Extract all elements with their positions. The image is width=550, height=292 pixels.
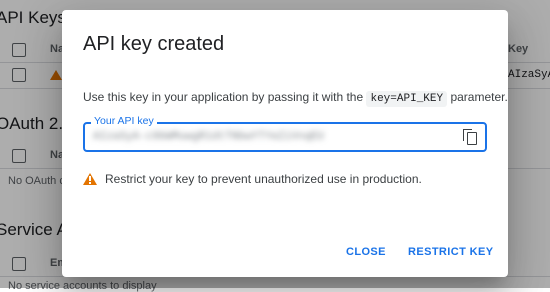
api-key-input[interactable]: [93, 127, 453, 147]
api-key-created-dialog: API key created Use this key in your app…: [62, 10, 508, 277]
description-text: Use this key in your application by pass…: [83, 90, 367, 104]
restrict-key-button[interactable]: RESTRICT KEY: [400, 240, 501, 264]
copy-icon: [463, 129, 477, 145]
copy-button[interactable]: [461, 128, 479, 146]
dialog-description: Use this key in your application by pass…: [83, 90, 508, 107]
api-key-field-label: Your API key: [91, 115, 157, 127]
warning-text: Restrict your key to prevent unauthorize…: [105, 172, 422, 186]
api-key-field: Your API key: [83, 115, 487, 152]
warning-icon: [83, 173, 97, 185]
dialog-title: API key created: [83, 33, 225, 55]
description-code: key=API_KEY: [366, 91, 448, 107]
close-button[interactable]: CLOSE: [338, 240, 394, 264]
description-text-end: parameter.: [447, 90, 508, 104]
